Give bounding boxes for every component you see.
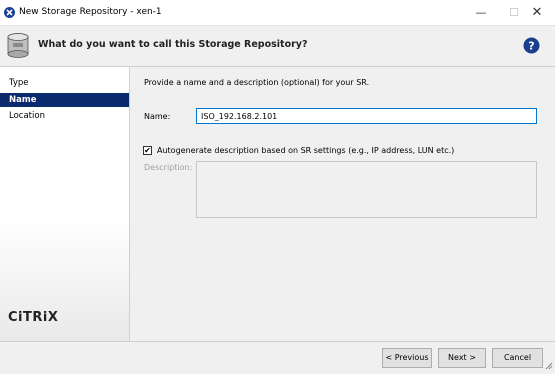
window-title: New Storage Repository - xen-1 bbox=[19, 7, 162, 17]
resize-grip-icon[interactable] bbox=[543, 360, 553, 370]
storage-repository-icon bbox=[7, 33, 29, 58]
wizard-steps: Type Name Location CiTRiX bbox=[0, 67, 130, 341]
page-title: What do you want to call this Storage Re… bbox=[38, 39, 308, 50]
description-textarea bbox=[196, 161, 537, 218]
app-icon bbox=[4, 7, 15, 18]
step-location[interactable]: Location bbox=[0, 109, 129, 123]
title-bar: New Storage Repository - xen-1 — ☐ ✕ bbox=[0, 0, 555, 25]
autogenerate-checkbox[interactable]: ✔ bbox=[143, 146, 152, 155]
cancel-button[interactable]: Cancel bbox=[492, 348, 543, 368]
autogenerate-label[interactable]: Autogenerate description based on SR set… bbox=[157, 146, 454, 155]
content-panel: Provide a name and a description (option… bbox=[130, 67, 555, 341]
step-name[interactable]: Name bbox=[0, 93, 129, 107]
name-input[interactable] bbox=[196, 108, 537, 124]
wizard-header: What do you want to call this Storage Re… bbox=[0, 25, 555, 67]
minimize-button[interactable]: — bbox=[463, 0, 499, 25]
next-button[interactable]: Next > bbox=[438, 348, 486, 368]
close-button[interactable]: ✕ bbox=[519, 0, 555, 25]
previous-button[interactable]: < Previous bbox=[382, 348, 432, 368]
help-icon[interactable]: ? bbox=[523, 37, 540, 54]
description-label: Description: bbox=[144, 163, 193, 172]
footer-bar: < Previous Next > Cancel bbox=[0, 341, 555, 374]
name-label: Name: bbox=[144, 112, 171, 121]
intro-text: Provide a name and a description (option… bbox=[144, 78, 370, 87]
citrix-logo: CiTRiX bbox=[8, 310, 59, 325]
step-type[interactable]: Type bbox=[0, 76, 129, 90]
svg-text:?: ? bbox=[528, 40, 534, 53]
